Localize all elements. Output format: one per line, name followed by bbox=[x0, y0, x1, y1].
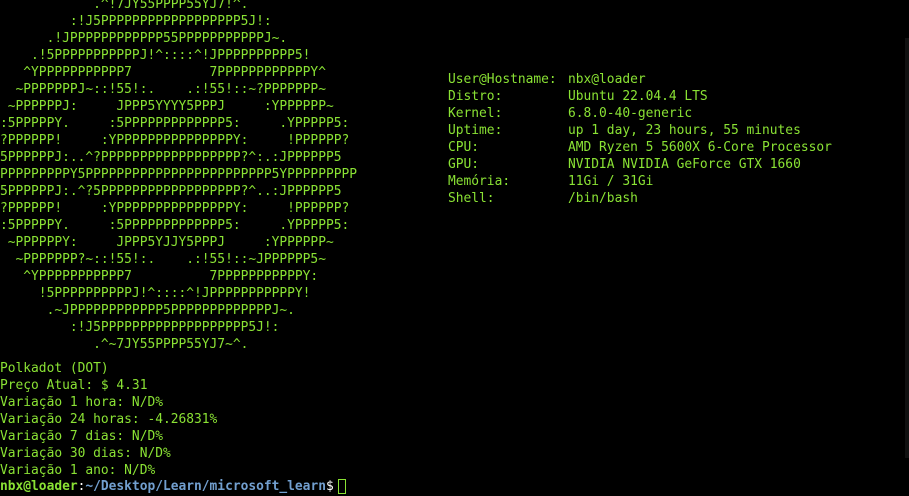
ascii-art-line: !5PPPPPPPPPPJ!^::::^!JPPPPPPPPPPPY! bbox=[0, 286, 311, 301]
coin-change-30d: Variação 30 dias: N/D% bbox=[0, 446, 171, 461]
info-key: User@Hostname: bbox=[448, 72, 557, 87]
ascii-art-line: ?PPPPPP! :YPPPPPPPPPPPPPPPY: !PPPPPP? bbox=[0, 133, 350, 148]
info-row-distro: Distro: Ubuntu 22.04.4 LTS bbox=[448, 88, 832, 105]
prompt-separator: : bbox=[77, 479, 86, 494]
ascii-art-line: ^YPPPPPPPPPPP7 7PPPPPPPPPPPY: bbox=[0, 269, 319, 284]
info-row-memory: Memória: 11Gi / 31Gi bbox=[448, 173, 832, 190]
text-cursor[interactable] bbox=[337, 479, 346, 494]
scrollbar[interactable] bbox=[905, 38, 909, 458]
coin-price-output: Polkadot (DOT) Preço Atual: $ 4.31 Varia… bbox=[0, 360, 217, 479]
info-value: Ubuntu 22.04.4 LTS bbox=[568, 89, 708, 104]
info-value: 11Gi / 31Gi bbox=[568, 174, 654, 189]
ascii-art-line: PPPPPPPPPY5PPPPPPPPPPPPPPPPPPPPPPPP5YPPP… bbox=[0, 167, 357, 182]
ascii-art-line: 5PPPPPPJ:.^?5PPPPPPPPPPPPPPPPPP?^..:JPPP… bbox=[0, 184, 342, 199]
info-value: up 1 day, 23 hours, 55 minutes bbox=[568, 123, 801, 138]
info-row-cpu: CPU: AMD Ryzen 5 5600X 6-Core Processor bbox=[448, 139, 832, 156]
ascii-art-line: .!JPPPPPPPPPPPP55PPPPPPPPPPPJ~. bbox=[0, 31, 288, 46]
ascii-art-line: :5PPPPPY. :5PPPPPPPPPPPPP5: .YPPPPP5: bbox=[0, 116, 350, 131]
prompt-user-host: nbx@loader bbox=[0, 479, 78, 494]
ascii-art-line: .~JPPPPPPPPPPPP5PPPPPPPPPPPPPJ~. bbox=[0, 303, 295, 318]
info-key: Uptime: bbox=[448, 123, 503, 138]
info-value: 6.8.0-40-generic bbox=[568, 106, 693, 121]
info-value: nbx@loader bbox=[568, 72, 646, 87]
ascii-art-line: ~PPPPPPPJ~::!55!:. .:!55!::~?PPPPPPP~ bbox=[0, 82, 326, 97]
ascii-art-line: ~PPPPPPP?~::!55!:. .:!55!::~JPPPPPP5~ bbox=[0, 252, 326, 267]
coin-current-price: Preço Atual: $ 4.31 bbox=[0, 378, 148, 393]
coin-change-7d: Variação 7 dias: N/D% bbox=[0, 429, 163, 444]
ascii-art-line: :5PPPPPY. :5PPPPPPPPPPPPP5: .YPPPPP5: bbox=[0, 218, 350, 233]
info-key: Distro: bbox=[448, 89, 503, 104]
ascii-art-line: .!5PPPPPPPPPPPJ!^::::^!JPPPPPPPPPP5! bbox=[0, 48, 311, 63]
info-key: GPU: bbox=[448, 157, 480, 172]
info-key: Memória: bbox=[448, 174, 511, 189]
info-key: Kernel: bbox=[448, 106, 503, 121]
info-value: /bin/bash bbox=[568, 191, 638, 206]
ascii-art-logo: .^!7JY55PPPP55YJ7!^. :!J5PPPPPPPPPPPPPPP… bbox=[0, 0, 357, 353]
system-info-panel: User@Hostname: nbx@loader Distro: Ubuntu… bbox=[448, 71, 832, 207]
info-value: NVIDIA NVIDIA GeForce GTX 1660 bbox=[568, 157, 801, 172]
prompt-dollar: $ bbox=[325, 479, 334, 494]
coin-name: Polkadot (DOT) bbox=[0, 361, 109, 376]
ascii-art-line: 5PPPPPPJ:..^?PPPPPPPPPPPPPPPPPP?^:.:JPPP… bbox=[0, 150, 342, 165]
terminal-window[interactable]: .^!7JY55PPPP55YJ7!^. :!J5PPPPPPPPPPPPPPP… bbox=[0, 0, 909, 496]
info-row-gpu: GPU: NVIDIA NVIDIA GeForce GTX 1660 bbox=[448, 156, 832, 173]
ascii-art-line: :!J5PPPPPPPPPPPPPPPPPP5J!: bbox=[0, 14, 272, 29]
ascii-art-line: ?PPPPPP! :YPPPPPPPPPPPPPPPY: !PPPPPP? bbox=[0, 201, 350, 216]
ascii-art-line: :!J5PPPPPPPPPPPPPPPPPPP5J!: bbox=[0, 320, 280, 335]
coin-change-1y: Variação 1 ano: N/D% bbox=[0, 463, 156, 478]
prompt-path: ~/Desktop/Learn/microsoft_learn bbox=[85, 479, 326, 494]
info-row-uptime: Uptime: up 1 day, 23 hours, 55 minutes bbox=[448, 122, 832, 139]
ascii-art-line: .^!7JY55PPPP55YJ7!^. bbox=[0, 0, 249, 12]
ascii-art-line: ~PPPPPPY: JPPP5YJJY5PPPJ :YPPPPPP~ bbox=[0, 235, 334, 250]
ascii-art-line: ^YPPPPPPPPPPP7 7PPPPPPPPPPPPY^ bbox=[0, 65, 326, 80]
coin-change-1h: Variação 1 hora: N/D% bbox=[0, 395, 163, 410]
coin-change-24h: Variação 24 horas: -4.26831% bbox=[0, 412, 218, 427]
shell-prompt[interactable]: nbx@loader: ~/Desktop/Learn/microsoft_lea… bbox=[0, 478, 346, 495]
info-value: AMD Ryzen 5 5600X 6-Core Processor bbox=[568, 140, 832, 155]
info-key: Shell: bbox=[448, 191, 495, 206]
info-key: CPU: bbox=[448, 140, 480, 155]
info-row-user-hostname: User@Hostname: nbx@loader bbox=[448, 71, 832, 88]
ascii-art-line: ~PPPPPPJ: JPPP5YYYY5PPPJ :YPPPPPP~ bbox=[0, 99, 334, 114]
ascii-art-line: .^~7JY55PPPP55YJ7~^. bbox=[0, 337, 249, 352]
info-row-shell: Shell: /bin/bash bbox=[448, 190, 832, 207]
info-row-kernel: Kernel: 6.8.0-40-generic bbox=[448, 105, 832, 122]
